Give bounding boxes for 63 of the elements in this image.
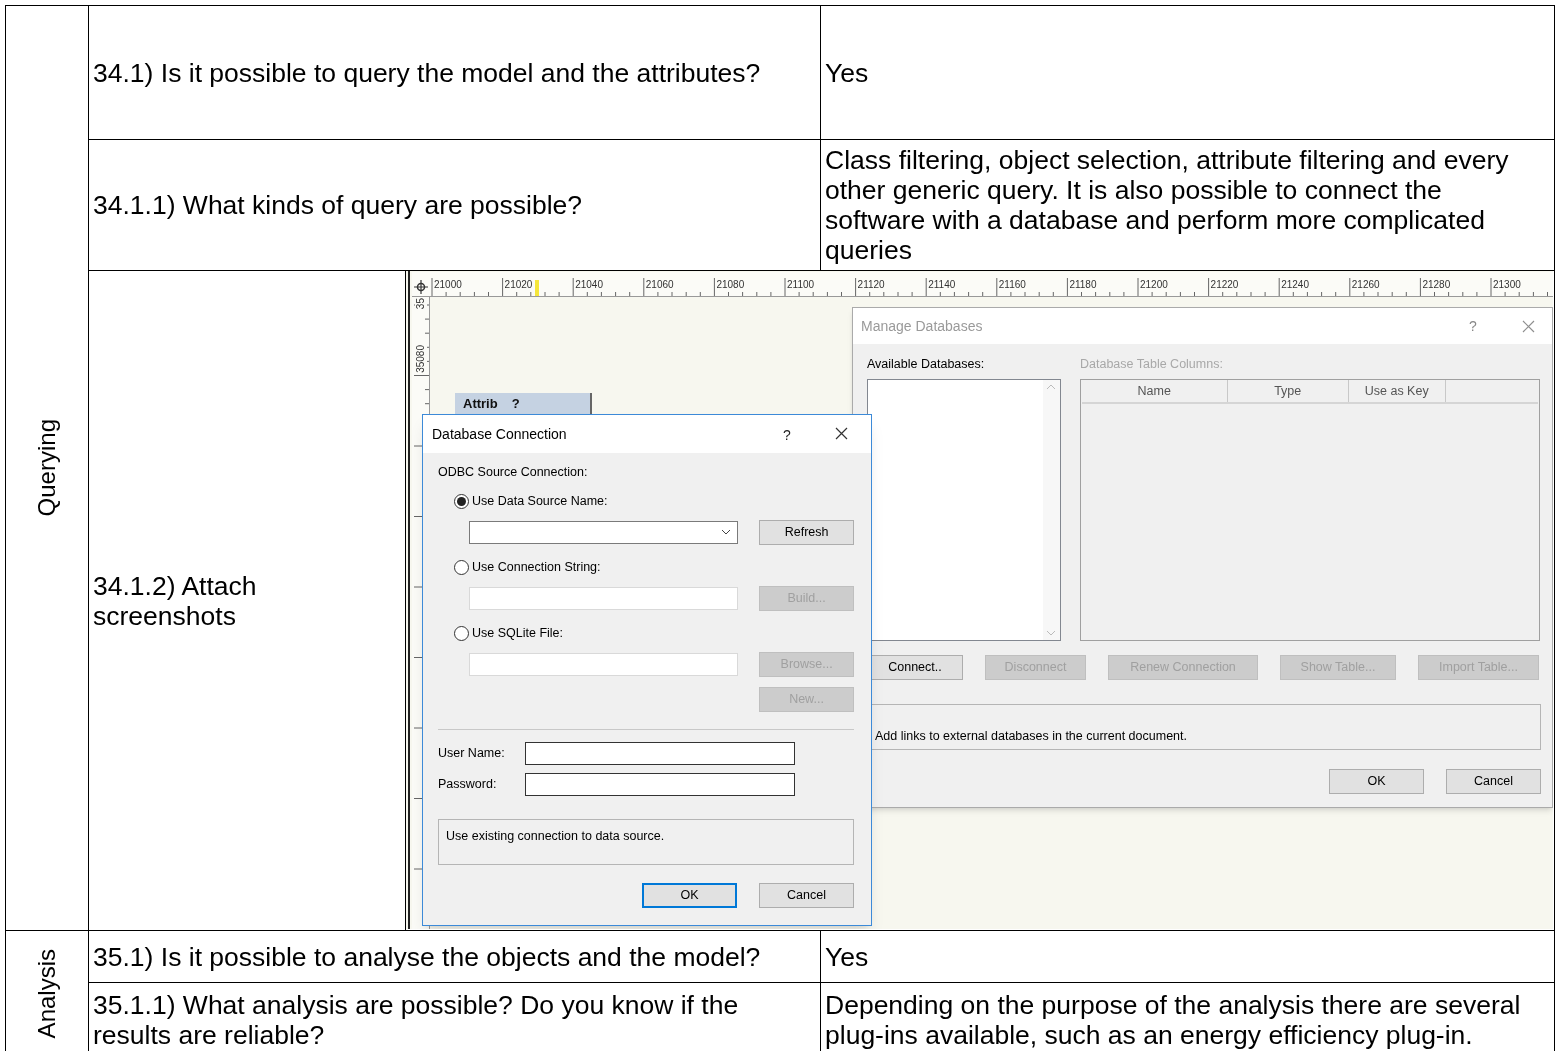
answer-text: Class filtering, object selection, attribute filtering and every other generic query. It is also possible to connect the software with a database and perform more complicated queries	[825, 145, 1509, 265]
field-label: Database Table Columns:	[1080, 355, 1223, 373]
ruler-label: 21200	[1140, 279, 1169, 291]
ruler-label: 21220	[1210, 279, 1240, 291]
column-header[interactable]: Use as Key	[1348, 380, 1446, 402]
ruler-label: 21280	[1422, 279, 1452, 291]
input-field[interactable]	[525, 773, 795, 796]
question-text: 34.1.2) Attach screenshots	[93, 570, 257, 631]
question-text: 35.1.1) What analysis are possible? Do you know if the results are reliable?	[93, 989, 739, 1050]
dialog-button[interactable]: Cancel	[1446, 769, 1541, 794]
dialog-button[interactable]: Refresh	[759, 519, 854, 545]
ruler-label: 21160	[998, 279, 1027, 291]
category-label: Querying	[32, 419, 61, 517]
category-label: Analysis	[32, 948, 61, 1039]
dialog-button[interactable]: Cancel	[759, 883, 854, 908]
help-button[interactable]: ?	[511, 396, 520, 411]
ruler-label: 21100	[787, 279, 816, 291]
ruler-label: 35	[415, 298, 427, 310]
dialog-button[interactable]: OK	[642, 883, 737, 908]
ruler-label: 35080	[415, 345, 427, 373]
field-label: Password:	[438, 776, 498, 794]
chevron-down-icon[interactable]	[721, 529, 732, 535]
column-header[interactable]: Name	[1081, 380, 1228, 402]
close-icon[interactable]	[835, 427, 848, 440]
dialog-button[interactable]: OK	[1329, 769, 1424, 794]
ruler-label: 21040	[575, 279, 604, 291]
field-label: Available Databases:	[867, 355, 986, 373]
ruler-marker	[535, 280, 539, 296]
group-label: ODBC Source Connection:	[438, 464, 588, 480]
question-text: 34.1) Is it possible to query the model and the attributes?	[93, 57, 761, 88]
ruler-label: 21260	[1351, 279, 1381, 291]
crosshair-icon	[414, 280, 428, 294]
field-label: User Name:	[438, 745, 506, 763]
ruler-label: 21000	[434, 279, 463, 291]
ruler-label: 21060	[645, 279, 675, 291]
option-label: Use Connection String:	[472, 558, 601, 576]
radio-button[interactable]	[454, 493, 469, 509]
window-title: Manage Databases	[861, 316, 983, 336]
option-label: Use Data Source Name:	[472, 492, 608, 510]
description-text: Add links to external databases in the current document.	[875, 729, 1187, 743]
option-label: Use SQLite File:	[472, 624, 563, 642]
ruler-label: 21120	[857, 279, 886, 291]
radio-button[interactable]	[454, 559, 469, 575]
question-text: 34.1.1) What kinds of query are possible?	[93, 190, 583, 220]
ruler-label: 21020	[504, 279, 534, 291]
question-text: 35.1) Is it possible to analyse the objects and the model?	[93, 941, 761, 972]
ruler-label: 21180	[1069, 279, 1098, 291]
help-button[interactable]: ?	[783, 425, 791, 446]
help-button[interactable]: ?	[1469, 316, 1477, 337]
answer-text: Yes	[825, 941, 869, 972]
panel-title: Attrib	[463, 396, 498, 411]
answer-text: Yes	[825, 57, 869, 88]
window-title: Database Connection	[432, 424, 567, 444]
ruler-label: 21240	[1281, 279, 1310, 291]
column-header[interactable]: Type	[1227, 380, 1349, 402]
radio-button[interactable]	[454, 625, 469, 641]
ruler-label: 21080	[716, 279, 746, 291]
input-field[interactable]	[525, 742, 795, 765]
dropdown-field[interactable]	[469, 520, 739, 544]
ruler-label: 21300	[1493, 279, 1522, 291]
ruler-label: 21140	[928, 279, 957, 291]
answer-text: Depending on the purpose of the analysis there are several plug-ins available, such as an energy efficiency plug-in.	[825, 989, 1521, 1050]
description-text: Use existing connection to data source.	[446, 829, 665, 843]
